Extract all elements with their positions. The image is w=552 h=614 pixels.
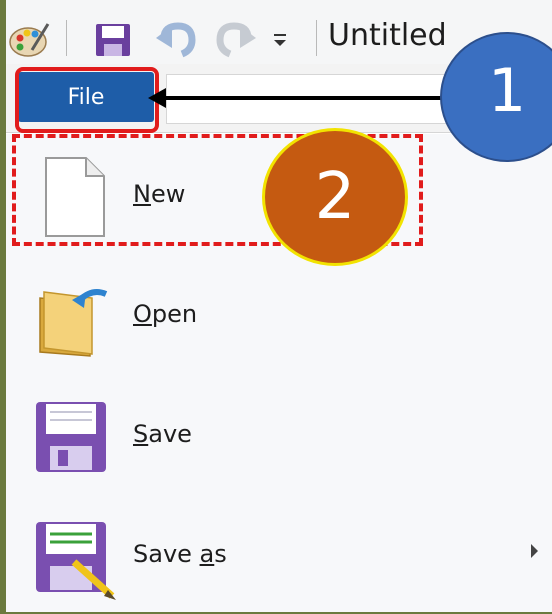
menu-item-save-as[interactable]: Save as [6, 494, 552, 614]
menu-item-label: Save [133, 420, 192, 448]
submenu-arrow-icon [531, 544, 538, 558]
paint-palette-icon[interactable] [8, 20, 52, 60]
toolbar-separator [316, 20, 317, 56]
menu-item-label: Save as [133, 540, 227, 568]
redo-icon[interactable] [214, 20, 258, 60]
pointer-arrow-line [164, 96, 446, 100]
customize-dropdown-icon[interactable] [270, 30, 290, 50]
pointer-arrow-head-icon [148, 88, 166, 108]
save-disk-icon [36, 402, 106, 472]
menu-item-open[interactable]: Open [6, 254, 552, 374]
save-as-icon [36, 522, 116, 600]
screenshot-frame: Untitled - File New [0, 0, 552, 612]
save-icon[interactable] [94, 22, 134, 58]
toolbar-separator [66, 20, 67, 56]
open-folder-icon [39, 289, 108, 357]
menu-item-save[interactable]: Save [6, 374, 552, 494]
file-tab-highlight-box [15, 67, 159, 133]
undo-icon[interactable] [154, 20, 198, 60]
window-title: Untitled - [328, 18, 452, 53]
step-2-marker: 2 [262, 128, 408, 266]
menu-item-label: Open [133, 300, 198, 328]
